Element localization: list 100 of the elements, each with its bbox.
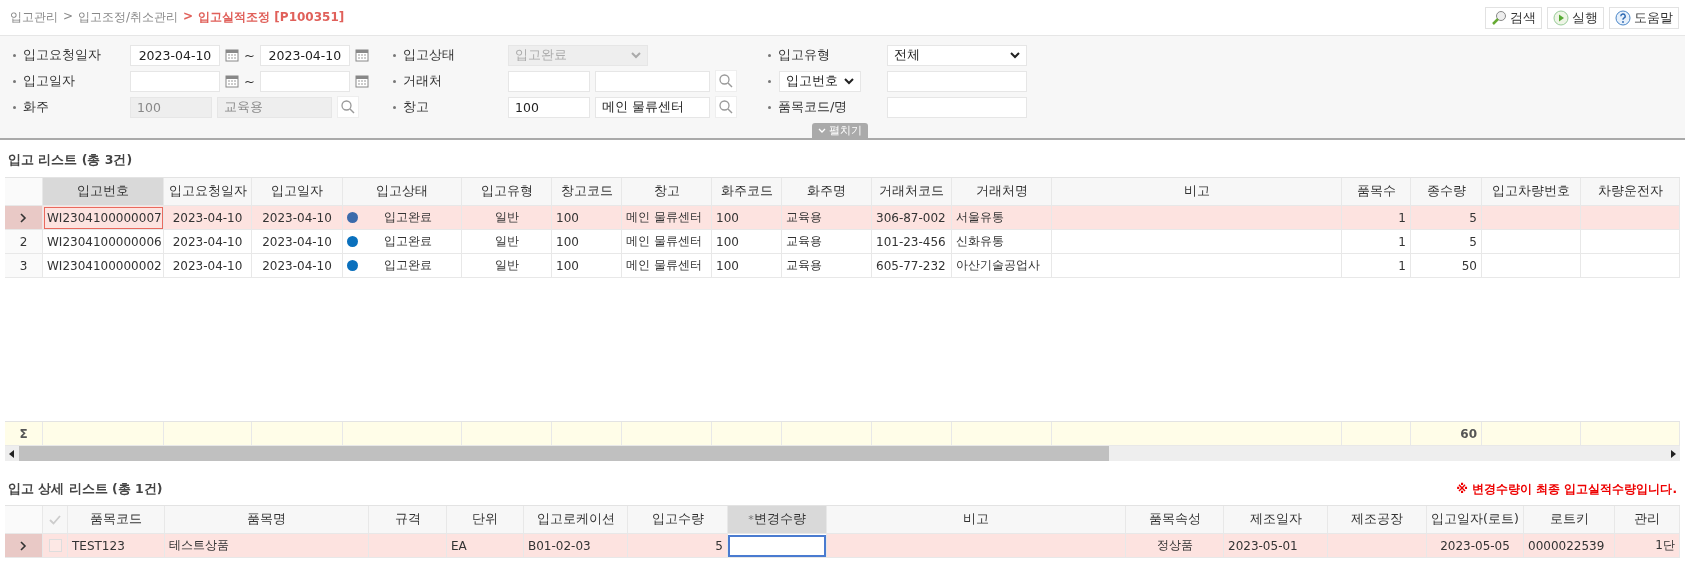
table-cell: 2023-05-05: [1427, 534, 1524, 558]
input-field[interactable]: [887, 70, 1027, 92]
column-header[interactable]: 단위: [447, 506, 524, 534]
name-field[interactable]: 메인 물류센터: [595, 96, 710, 118]
column-header[interactable]: 차량운전자: [1581, 178, 1680, 206]
code-field[interactable]: [508, 70, 590, 92]
column-header[interactable]: 창고: [622, 178, 712, 206]
quantity-field[interactable]: [728, 534, 826, 557]
table-cell: 메인 물류센터: [622, 206, 712, 230]
date-field[interactable]: [259, 70, 350, 92]
breadcrumb-item: 입고실적조정 [P100351]: [198, 9, 345, 26]
column-header[interactable]: 거래처코드: [872, 178, 952, 206]
code-field[interactable]: 100: [508, 96, 590, 118]
column-header[interactable]: 입고로케이션: [524, 506, 628, 534]
check-icon[interactable]: [49, 514, 61, 525]
column-header[interactable]: 품목속성: [1126, 506, 1224, 534]
row-header[interactable]: [5, 206, 43, 230]
column-header[interactable]: 입고유형: [462, 178, 552, 206]
table-cell: 2023-04-10: [252, 206, 343, 230]
search-icon[interactable]: [715, 96, 737, 118]
column-header[interactable]: [43, 506, 68, 534]
table-cell: 100: [552, 206, 622, 230]
input-field[interactable]: [887, 96, 1027, 118]
filter-label: 입고유형: [778, 46, 830, 64]
required-mark: *: [748, 513, 754, 526]
table-cell: 5: [628, 534, 728, 558]
calendar-icon[interactable]: [225, 74, 239, 88]
help-button[interactable]: 도움말: [1609, 6, 1679, 29]
column-header[interactable]: 규격: [369, 506, 447, 534]
date-field[interactable]: 2023-04-10: [259, 44, 350, 66]
filter-label: 창고: [403, 98, 429, 116]
column-header[interactable]: 품목코드: [68, 506, 165, 534]
column-header[interactable]: 비고: [1052, 178, 1342, 206]
breadcrumb-separator: >: [63, 9, 74, 25]
search-button[interactable]: 검색: [1485, 6, 1542, 29]
column-header[interactable]: 화주명: [782, 178, 872, 206]
table-cell: 일반: [462, 254, 552, 278]
calendar-icon[interactable]: [354, 74, 369, 88]
column-header[interactable]: 입고수량: [628, 506, 728, 534]
table-cell-text: 입고완료: [382, 257, 433, 274]
run-button[interactable]: 실행: [1547, 6, 1604, 29]
breadcrumb-separator: >: [183, 9, 194, 25]
row-header[interactable]: 2: [5, 230, 43, 254]
row-header[interactable]: [5, 534, 43, 558]
table-cell: 100: [712, 230, 782, 254]
column-header[interactable]: 창고코드: [552, 178, 622, 206]
column-header[interactable]: 제조일자: [1224, 506, 1328, 534]
current-row-icon: [20, 540, 27, 551]
column-header[interactable]: 로트키: [1524, 506, 1615, 534]
date-field[interactable]: 2023-04-10: [130, 44, 220, 66]
status-dot: [347, 260, 358, 271]
table-cell: WI2304100000002: [43, 254, 164, 278]
table-cell: 교육용: [782, 254, 872, 278]
calendar-icon[interactable]: [225, 48, 239, 62]
table-cell: 100: [552, 254, 622, 278]
column-header[interactable]: 제조공장: [1328, 506, 1427, 534]
table-cell: 일반: [462, 206, 552, 230]
column-header[interactable]: 입고일자(로트): [1427, 506, 1524, 534]
search-icon[interactable]: [337, 96, 359, 118]
filter-label: 입고일자: [23, 72, 75, 90]
filter-label: 입고상태: [403, 46, 455, 64]
chevron-down-icon: [631, 51, 641, 59]
breadcrumb-item[interactable]: 입고조정/취소관리: [78, 9, 179, 26]
bullet-icon: [393, 105, 396, 109]
range-separator: ~: [244, 73, 255, 89]
table-cell: 50: [1411, 254, 1482, 278]
column-header[interactable]: 입고상태: [343, 178, 462, 206]
column-header[interactable]: 종수량: [1411, 178, 1482, 206]
column-header[interactable]: 품목수: [1342, 178, 1411, 206]
column-header[interactable]: 화주코드: [712, 178, 782, 206]
calendar-icon[interactable]: [354, 48, 369, 62]
row-checkbox[interactable]: [48, 539, 62, 552]
table-cell: 테스트상품: [165, 534, 369, 558]
column-header[interactable]: 입고일자: [252, 178, 343, 206]
summary-label: Σ: [5, 422, 43, 446]
column-header[interactable]: 거래처명: [952, 178, 1052, 206]
search-icon[interactable]: [715, 70, 737, 92]
column-header[interactable]: 관리: [1615, 506, 1680, 534]
field-type-select[interactable]: 입고번호: [778, 70, 861, 92]
column-header[interactable]: 입고번호: [43, 178, 164, 206]
column-header[interactable]: 품목명: [165, 506, 369, 534]
range-separator: ~: [244, 47, 255, 63]
breadcrumb-item[interactable]: 입고관리: [10, 9, 58, 26]
name-field[interactable]: [595, 70, 710, 92]
filter-label: 입고요청일자: [23, 46, 101, 64]
table-cell: B01-02-03: [524, 534, 628, 558]
scroll-thumb[interactable]: [19, 446, 1109, 461]
date-field[interactable]: [130, 70, 220, 92]
notice-text: ※ 변경수량이 최종 입고실적수량입니다.: [1456, 481, 1677, 498]
horizontal-scrollbar[interactable]: [5, 446, 1680, 461]
table-cell: 5: [1411, 206, 1482, 230]
column-header[interactable]: 입고차량번호: [1482, 178, 1581, 206]
table-cell-text: 입고완료: [382, 209, 433, 226]
select-field[interactable]: 전체: [887, 44, 1027, 66]
table-cell: 1단: [1615, 534, 1680, 558]
table-cell: 101-23-456: [872, 230, 952, 254]
row-header[interactable]: 3: [5, 254, 43, 278]
column-header[interactable]: 비고: [827, 506, 1126, 534]
column-header[interactable]: *변경수량: [728, 506, 827, 534]
column-header[interactable]: 입고요청일자: [164, 178, 252, 206]
